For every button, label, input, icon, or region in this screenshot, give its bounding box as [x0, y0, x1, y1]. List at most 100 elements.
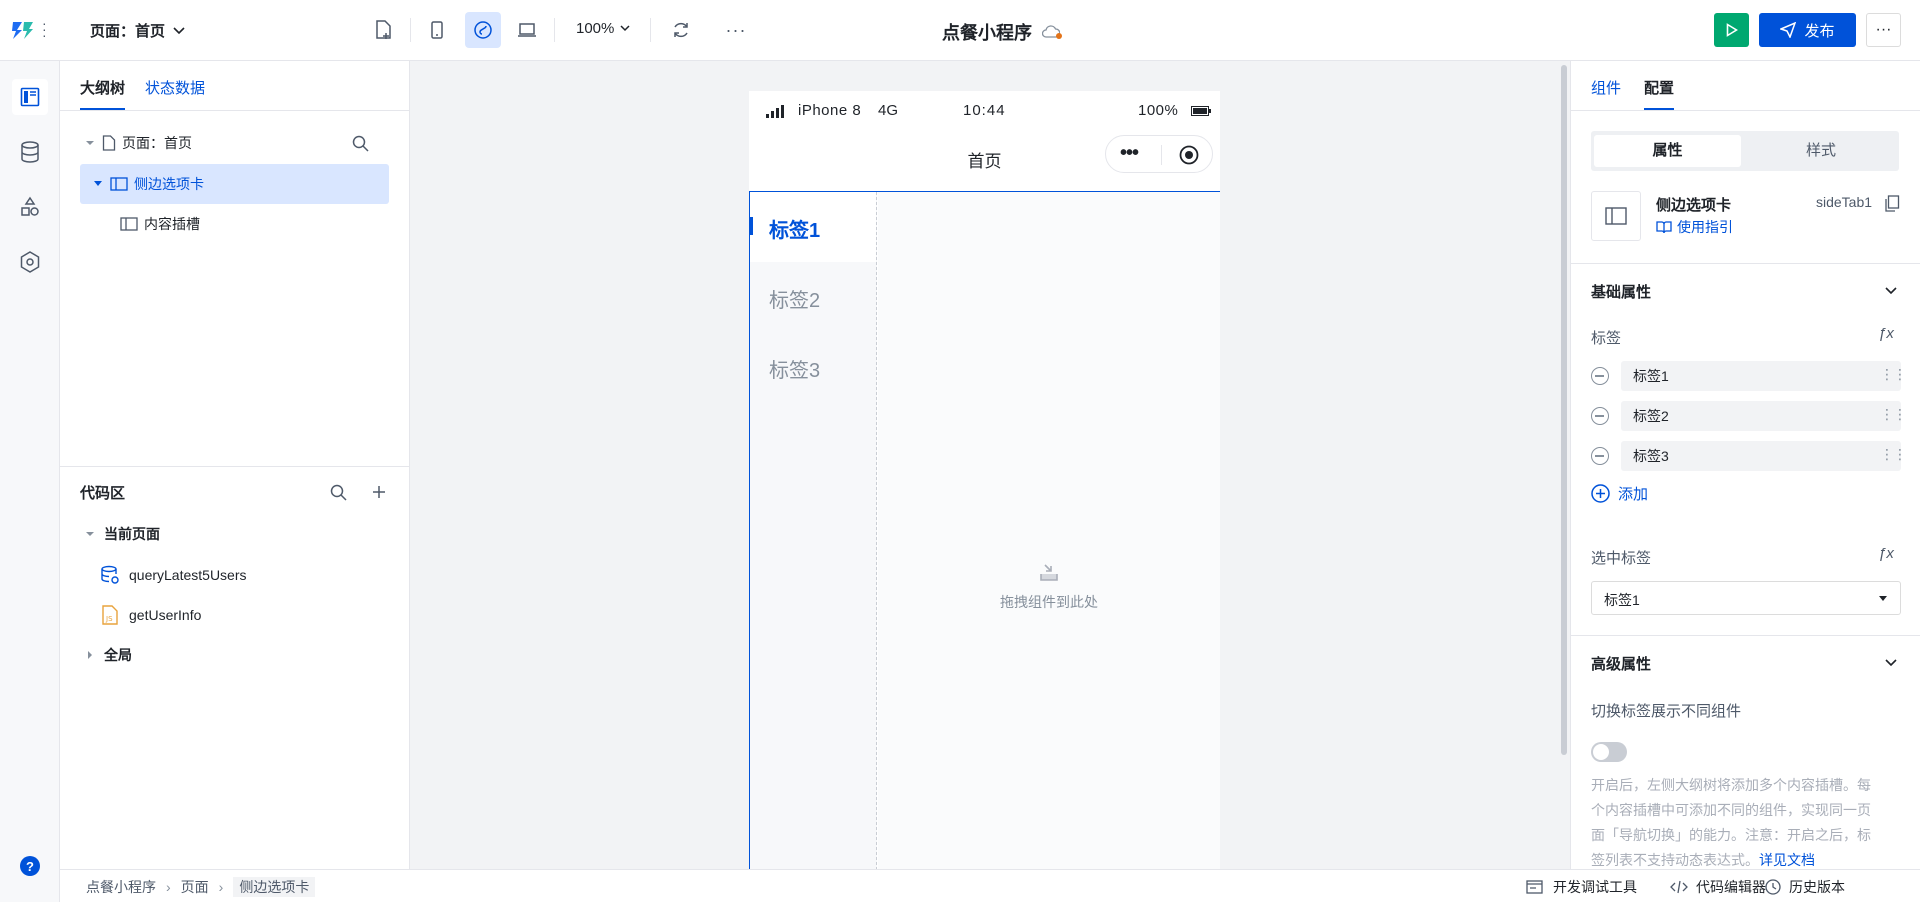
basic-props-header[interactable]: 基础属性 — [1591, 279, 1901, 303]
caret-down-icon — [94, 181, 102, 186]
side-tab-item-1[interactable]: 标签1 — [750, 192, 876, 262]
tags-label: 标签 — [1591, 330, 1622, 347]
tab-active-indicator — [1644, 108, 1674, 110]
drag-handle-icon[interactable]: ⋮⋮ — [1880, 366, 1907, 383]
dev-tools-button[interactable]: 开发调试工具 — [1526, 877, 1637, 897]
components-library-button[interactable] — [12, 189, 48, 225]
code-add-button[interactable] — [369, 482, 389, 502]
miniprogram-view-button[interactable] — [465, 12, 501, 48]
tag-input-3[interactable]: 标签3 — [1621, 441, 1901, 471]
segment-properties[interactable]: 属性 — [1594, 135, 1741, 167]
drag-handle-icon[interactable]: ⋮⋮ — [1880, 446, 1907, 463]
code-search-button[interactable] — [328, 482, 348, 502]
clock-icon — [1765, 879, 1781, 895]
page-selector[interactable]: 页面：首页 — [90, 20, 185, 41]
side-tab-component[interactable]: 标签1 标签2 标签3 拖拽组件到此处 — [749, 191, 1220, 870]
run-button[interactable] — [1714, 13, 1749, 47]
selected-tag-select[interactable]: 标签1 — [1591, 581, 1901, 615]
copy-icon[interactable] — [1884, 195, 1900, 212]
drag-handle-icon[interactable]: ⋮⋮ — [1880, 406, 1907, 423]
app-title-text: 点餐小程序 — [942, 23, 1032, 43]
zoom-value: 100% — [576, 20, 615, 37]
tab-outline-tree[interactable]: 大纲树 — [80, 77, 125, 98]
history-button[interactable]: 历史版本 — [1765, 877, 1845, 897]
doc-link[interactable]: 详见文档 — [1759, 852, 1815, 868]
component-icon-box — [1591, 191, 1641, 241]
remove-tag-3-icon[interactable] — [1591, 447, 1609, 465]
breadcrumb-item-page[interactable]: 页面 — [181, 877, 209, 897]
tree-item-side-tab[interactable]: 侧边选项卡 — [80, 164, 389, 204]
caret-down-icon — [86, 141, 94, 145]
side-tab-item-3[interactable]: 标签3 — [750, 332, 876, 402]
code-item-query[interactable]: queryLatest5Users — [100, 555, 380, 595]
send-icon — [1780, 22, 1797, 38]
code-item-userinfo[interactable]: JS getUserInfo — [100, 595, 380, 635]
hexagon-settings-icon — [20, 251, 40, 273]
battery-label: 100% — [1138, 102, 1179, 119]
add-tag-label: 添加 — [1618, 486, 1649, 503]
side-tab-item-2[interactable]: 标签2 — [750, 262, 876, 332]
outline-panel: 大纲树 状态数据 页面：首页 侧边选项卡 内容插槽 代码区 当前页面 query… — [60, 61, 410, 869]
publish-button[interactable]: 发布 — [1759, 13, 1856, 47]
usage-guide-link[interactable]: 使用指引 — [1656, 217, 1733, 237]
tag-row-2: 标签2 ⋮⋮ — [1591, 401, 1907, 431]
outline-panel-button[interactable] — [12, 79, 48, 115]
code-group-current-page[interactable]: 当前页面 — [80, 514, 380, 554]
code-group-current-page-label: 当前页面 — [104, 526, 160, 542]
settings-button[interactable] — [12, 244, 48, 280]
divider — [60, 466, 409, 467]
desktop-view-button[interactable] — [509, 12, 545, 48]
console-icon — [1526, 880, 1543, 894]
refresh-button[interactable] — [663, 12, 699, 48]
phone-nav-bar: 首页 ••• — [749, 131, 1220, 183]
phone-frame: iPhone 8 4G 10:44 100% 首页 ••• 标签1 标签2 标签… — [749, 91, 1220, 870]
caret-down-icon — [1879, 596, 1887, 601]
toggle-components-switch[interactable] — [1591, 742, 1627, 762]
breadcrumb-item-app[interactable]: 点餐小程序 — [86, 877, 156, 897]
code-editor-button[interactable]: 代码编辑器 — [1670, 877, 1766, 897]
help-button[interactable]: ? — [20, 856, 40, 876]
new-page-button[interactable] — [365, 12, 401, 48]
tag-input-1[interactable]: 标签1 — [1621, 361, 1901, 391]
database-icon — [21, 141, 39, 163]
side-tab-icon — [1605, 207, 1627, 225]
tag-input-2-value: 标签2 — [1633, 408, 1669, 424]
more-vertical-icon[interactable]: · · · — [42, 16, 47, 42]
capsule-close-icon — [1179, 145, 1199, 165]
advanced-props-header[interactable]: 高级属性 — [1591, 651, 1901, 675]
switch-knob — [1593, 744, 1609, 760]
tag-input-2[interactable]: 标签2 — [1621, 401, 1901, 431]
segment-style[interactable]: 样式 — [1746, 135, 1896, 167]
tab-components[interactable]: 组件 — [1591, 77, 1621, 98]
tab-config[interactable]: 配置 — [1644, 77, 1674, 98]
tree-item-content-slot[interactable]: 内容插槽 — [120, 204, 380, 244]
code-group-global[interactable]: 全局 — [80, 635, 380, 675]
remove-tag-2-icon[interactable] — [1591, 407, 1609, 425]
js-file-icon: JS — [102, 605, 118, 625]
tab-state-data[interactable]: 状态数据 — [145, 77, 205, 98]
fx-icon: ƒx — [1878, 325, 1894, 342]
tree-search-button[interactable] — [350, 133, 370, 153]
drop-zone[interactable]: 拖拽组件到此处 — [878, 192, 1220, 870]
canvas-scrollbar[interactable] — [1561, 65, 1567, 755]
breadcrumb-item-component[interactable]: 侧边选项卡 — [233, 877, 316, 897]
remove-tag-1-icon[interactable] — [1591, 367, 1609, 385]
tab-active-indicator — [80, 108, 125, 110]
tree-item-page[interactable]: 页面：首页 — [80, 123, 370, 163]
top-toolbar: · · · 页面：首页 100% ··· 点餐小程序 发布 ··· — [0, 0, 1920, 61]
add-tag-button[interactable]: 添加 — [1591, 483, 1648, 504]
history-label: 历史版本 — [1789, 879, 1845, 895]
more-menu-button[interactable]: ··· — [1866, 13, 1901, 47]
zoom-selector[interactable]: 100% — [576, 20, 630, 37]
carrier-label: iPhone 8 — [798, 102, 862, 119]
mobile-view-button[interactable] — [419, 12, 455, 48]
toggle-components-label: 切换标签展示不同组件 — [1591, 703, 1742, 720]
selected-fx-button[interactable]: ƒx — [1878, 545, 1894, 562]
page-selector-label: 页面：首页 — [90, 23, 166, 40]
side-tab-item-3-label: 标签3 — [769, 360, 821, 382]
tags-fx-button[interactable]: ƒx — [1878, 325, 1894, 342]
database-button[interactable] — [12, 134, 48, 170]
app-logo-icon[interactable] — [10, 18, 36, 42]
more-options-button[interactable]: ··· — [718, 12, 754, 48]
capsule-menu[interactable]: ••• — [1105, 135, 1213, 173]
